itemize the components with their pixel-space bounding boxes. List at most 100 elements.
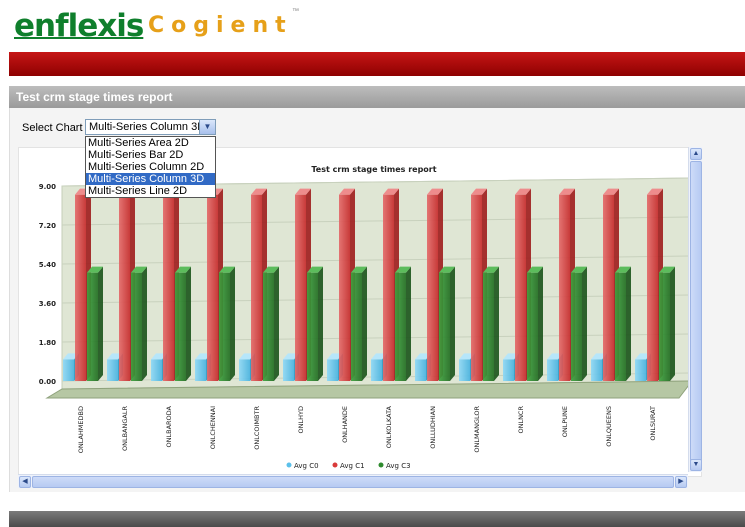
bar-avg-c0 xyxy=(63,359,74,381)
x-tick-label: ONLMANGLOR xyxy=(473,406,481,453)
bar-avg-c3 xyxy=(395,272,406,381)
bar-avg-c0 xyxy=(195,359,206,381)
bar-avg-c1 xyxy=(75,194,86,381)
horizontal-scroll-thumb[interactable] xyxy=(32,476,674,488)
x-tick-label: ONLNCR xyxy=(517,406,525,434)
x-tick-label: ONLBARODA xyxy=(165,405,173,447)
product-name: Cogient xyxy=(148,13,293,38)
bar-side xyxy=(626,266,631,381)
bar-avg-c1 xyxy=(603,194,614,381)
legend-marker xyxy=(378,462,384,468)
bar-avg-c1 xyxy=(295,194,306,381)
bar-avg-c3 xyxy=(527,272,538,381)
bar-avg-c3 xyxy=(351,272,362,381)
y-tick-label: 3.60 xyxy=(39,300,56,308)
x-tick-label: ONLQUEENS xyxy=(605,406,613,447)
header-red-bar xyxy=(9,52,745,76)
bar-side xyxy=(186,266,191,381)
bar-avg-c3 xyxy=(571,272,582,381)
bar-avg-c3 xyxy=(659,272,670,381)
bar-side xyxy=(670,266,675,381)
bar-avg-c0 xyxy=(459,359,470,381)
horizontal-scrollbar[interactable]: ◀ ▶ xyxy=(18,474,688,488)
dropdown-option[interactable]: Multi-Series Bar 2D xyxy=(86,149,215,161)
chevron-right-icon[interactable]: ▶ xyxy=(675,476,687,488)
brand-name: enflexis xyxy=(14,8,144,44)
x-tick-label: ONLAHMEDBD xyxy=(77,406,85,453)
bar-avg-c3 xyxy=(439,272,450,381)
x-tick-label: ONLHYD xyxy=(297,406,305,433)
x-tick-label: ONLLUDHIAN xyxy=(429,406,437,449)
bar-avg-c1 xyxy=(251,194,262,381)
bar-avg-c3 xyxy=(175,272,186,381)
bar-side xyxy=(230,266,235,381)
y-tick-label: 9.00 xyxy=(39,183,56,191)
dropdown-option[interactable]: Multi-Series Column 2D xyxy=(86,161,215,173)
chevron-down-icon[interactable]: ▼ xyxy=(199,120,215,134)
y-tick-label: 0.00 xyxy=(39,378,56,386)
bar-avg-c1 xyxy=(515,194,526,381)
bar-side xyxy=(274,266,279,381)
bar-avg-c0 xyxy=(635,359,646,381)
legend-marker xyxy=(332,462,338,468)
chevron-left-icon[interactable]: ◀ xyxy=(19,476,31,488)
bar-avg-c1 xyxy=(383,194,394,381)
legend-label: Avg C0 xyxy=(294,462,319,470)
bar-avg-c3 xyxy=(307,272,318,381)
bar-avg-c1 xyxy=(471,194,482,381)
dropdown-option[interactable]: Multi-Series Line 2D xyxy=(86,185,215,197)
chart-title: Test crm stage times report xyxy=(311,165,436,174)
bar-side xyxy=(98,266,103,381)
bar-avg-c0 xyxy=(591,359,602,381)
bar-avg-c0 xyxy=(239,359,250,381)
bar-avg-c1 xyxy=(427,194,438,381)
bar-avg-c3 xyxy=(131,272,142,381)
x-tick-label: ONLSURAT xyxy=(649,406,657,441)
legend-label: Avg C1 xyxy=(340,462,365,470)
chart-type-dropdown: Multi-Series Area 2D Multi-Series Bar 2D M… xyxy=(85,136,216,198)
dropdown-option[interactable]: Multi-Series Area 2D xyxy=(86,137,215,149)
legend-marker xyxy=(286,462,292,468)
footer-bar xyxy=(9,511,745,527)
bar-avg-c1 xyxy=(647,194,658,381)
chevron-up-icon[interactable]: ▲ xyxy=(690,148,702,160)
y-tick-label: 5.40 xyxy=(39,261,56,269)
y-tick-label: 7.20 xyxy=(39,222,56,230)
chart-type-value: Multi-Series Column 3D xyxy=(89,121,206,133)
bar-avg-c0 xyxy=(283,359,294,381)
x-tick-label: ONLBANGALR xyxy=(121,406,129,451)
bar-side xyxy=(318,266,323,381)
select-chart-label: Select Chart xyxy=(22,122,83,134)
bar-avg-c3 xyxy=(483,272,494,381)
bar-side xyxy=(406,266,411,381)
bar-side xyxy=(142,266,147,381)
bar-avg-c0 xyxy=(107,359,118,381)
vertical-scroll-thumb[interactable] xyxy=(690,161,702,463)
trademark: ™ xyxy=(292,8,299,15)
vertical-scrollbar[interactable]: ▲ ▼ xyxy=(688,147,702,472)
x-tick-label: ONLCHENNAI xyxy=(209,406,217,449)
bar-avg-c0 xyxy=(547,359,558,381)
bar-avg-c1 xyxy=(163,194,174,381)
y-tick-label: 1.80 xyxy=(39,339,56,347)
dropdown-option[interactable]: Multi-Series Column 3D xyxy=(86,173,215,185)
chevron-down-icon[interactable]: ▼ xyxy=(690,459,702,471)
legend-label: Avg C3 xyxy=(386,462,411,470)
x-tick-label: ONLKOLKATA xyxy=(385,405,393,448)
chart-type-select[interactable]: Multi-Series Column 3D ▼ xyxy=(85,119,216,135)
bar-avg-c3 xyxy=(615,272,626,381)
bar-avg-c0 xyxy=(327,359,338,381)
bar-avg-c3 xyxy=(219,272,230,381)
bar-avg-c0 xyxy=(415,359,426,381)
bar-side xyxy=(582,266,587,381)
bar-side xyxy=(362,266,367,381)
bar-avg-c0 xyxy=(151,359,162,381)
bar-side xyxy=(450,266,455,381)
bar-avg-c1 xyxy=(119,194,130,381)
bar-avg-c1 xyxy=(339,194,350,381)
bar-avg-c0 xyxy=(503,359,514,381)
x-tick-label: ONLHANDE xyxy=(341,406,349,443)
bar-avg-c3 xyxy=(87,272,98,381)
bar-avg-c1 xyxy=(559,194,570,381)
bar-side xyxy=(538,266,543,381)
